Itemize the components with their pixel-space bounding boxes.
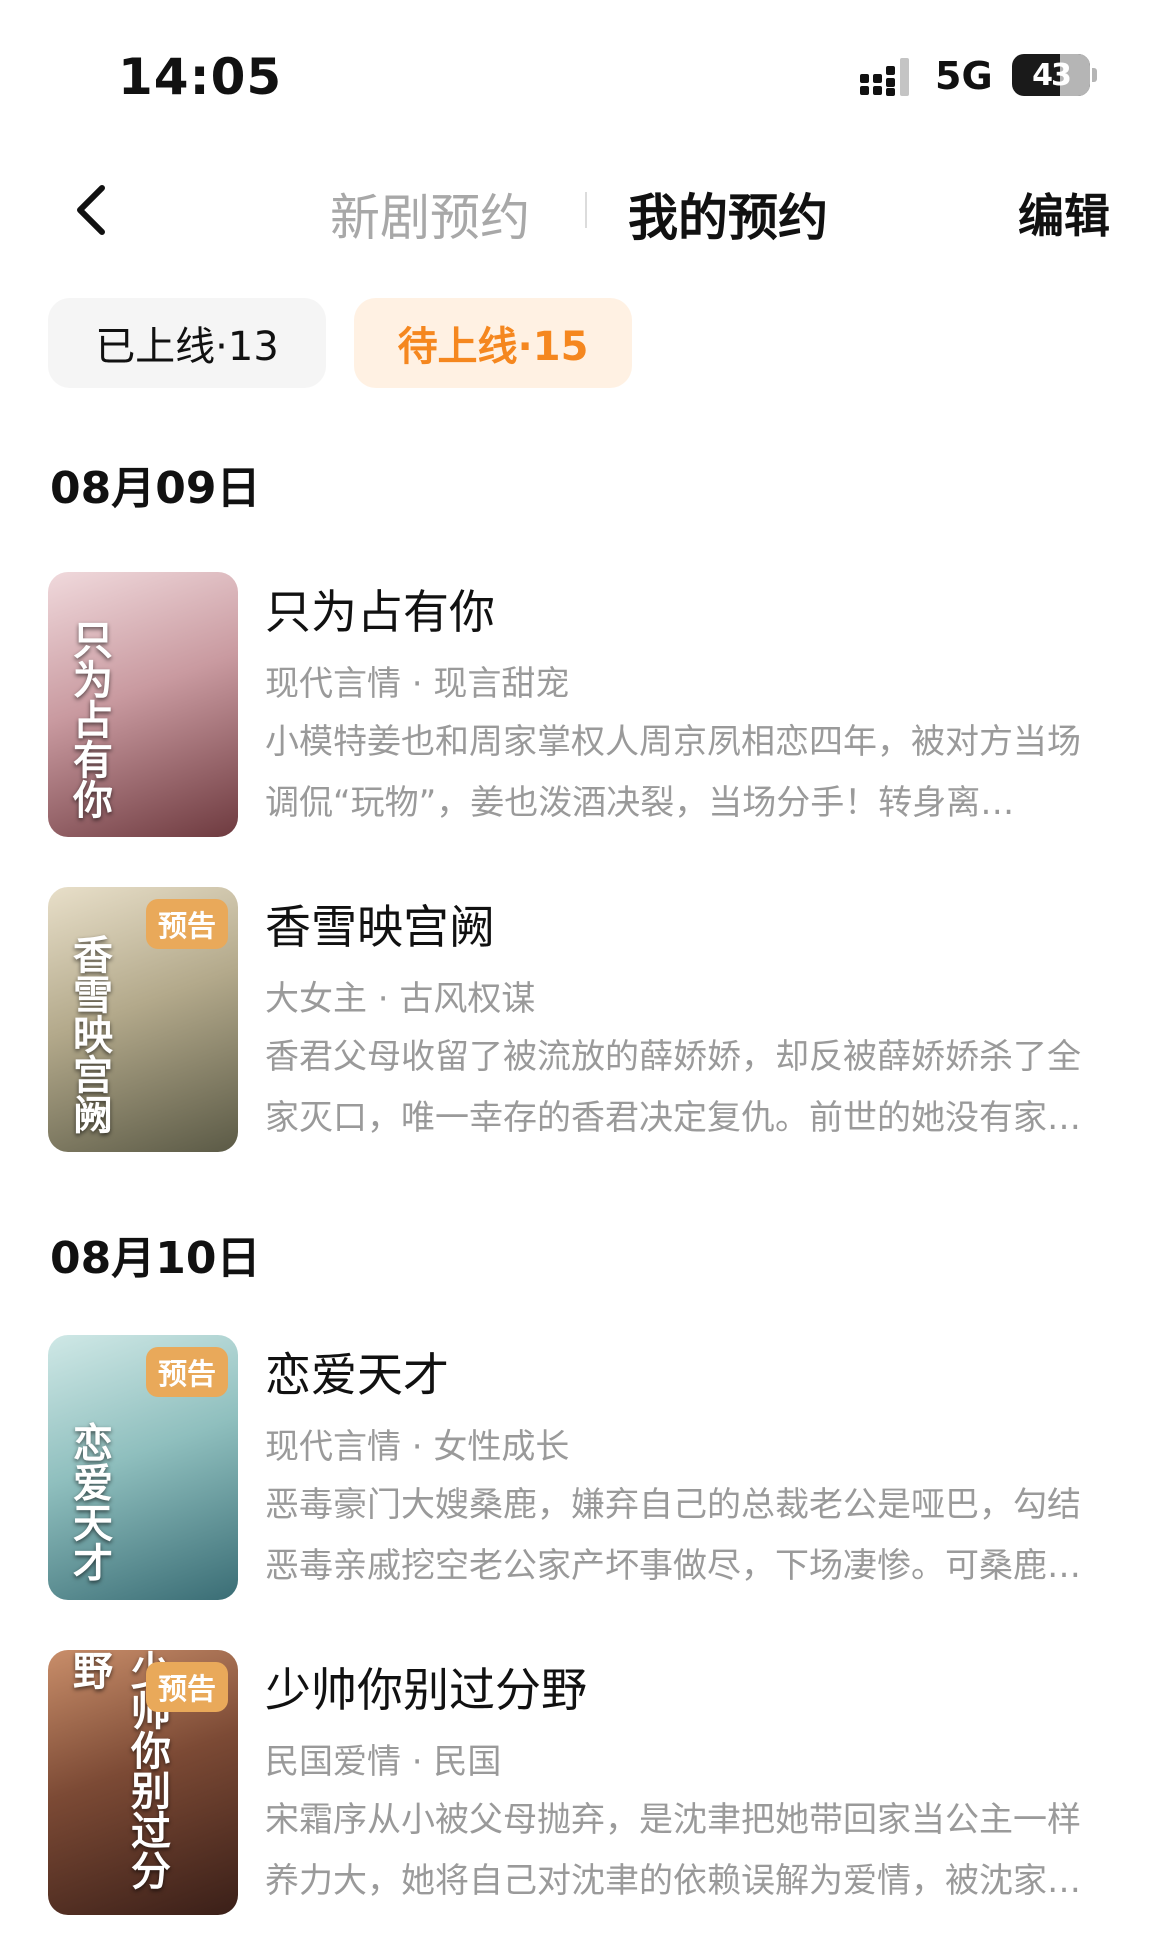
description-line: 家灭口，唯一幸存的香君决定复仇。前世的她没有家…: [265, 1098, 1081, 1138]
tab-my-reservations[interactable]: 我的预约: [628, 178, 828, 250]
drama-title: 恋爱天才: [265, 1348, 449, 1402]
description-line: 小模特姜也和周家掌权人周京夙相恋四年，被对方当场: [265, 722, 1081, 762]
drama-title: 香雪映宫阙: [265, 900, 495, 954]
battery-level: 43: [1032, 57, 1072, 93]
drama-item[interactable]: 只为占有你 只为占有你 现代言情 · 现言甜宠 小模特姜也和周家掌权人周京夙相恋…: [48, 572, 1128, 840]
drama-poster: 只为占有你: [48, 572, 238, 837]
network-type: 5G: [935, 54, 993, 98]
drama-title: 只为占有你: [265, 585, 495, 639]
date-header: 08月09日: [50, 463, 261, 514]
tab-divider: [585, 192, 587, 228]
drama-item[interactable]: 恋爱天才 预告 恋爱天才 现代言情 · 女性成长 恶毒豪门大嫂桑鹿，嫌弃自己的总…: [48, 1335, 1128, 1603]
description-line: 恶毒亲戚挖空老公家产坏事做尽，下场凄惨。可桑鹿…: [265, 1546, 1081, 1586]
description-line: 宋霜序从小被父母抛弃，是沈聿把她带回家当公主一样: [265, 1800, 1081, 1840]
edit-button[interactable]: 编辑: [1018, 180, 1110, 246]
description-line: 恶毒豪门大嫂桑鹿，嫌弃自己的总裁老公是哑巴，勾结: [265, 1485, 1081, 1525]
drama-tags: 现代言情 · 现言甜宠: [265, 664, 570, 704]
drama-description: 恶毒豪门大嫂桑鹿，嫌弃自己的总裁老公是哑巴，勾结 恶毒亲戚挖空老公家产坏事做尽，…: [265, 1475, 1135, 1597]
drama-poster: 香雪映宫阙 预告: [48, 887, 238, 1152]
drama-tags: 现代言情 · 女性成长: [265, 1427, 570, 1467]
trailer-badge: 预告: [146, 899, 228, 949]
drama-poster: 恋爱天才 预告: [48, 1335, 238, 1600]
tab-new-drama-reservations[interactable]: 新剧预约: [330, 178, 530, 250]
poster-title: 恋爱天才: [66, 1422, 113, 1582]
back-arrow-icon[interactable]: [68, 180, 118, 240]
description-line: 调侃“玩物”，姜也泼酒决裂，当场分手！转身离…: [265, 783, 1015, 823]
top-nav: 新剧预约 我的预约 编辑: [0, 150, 1170, 270]
drama-description: 宋霜序从小被父母抛弃，是沈聿把她带回家当公主一样 养力大，她将自己对沈聿的依赖误…: [265, 1790, 1135, 1912]
battery-icon: 43: [1012, 54, 1090, 96]
drama-tags: 大女主 · 古风权谋: [265, 979, 536, 1019]
drama-item[interactable]: 少帅你别过分野 预告 少帅你别过分野 民国爱情 · 民国 宋霜序从小被父母抛弃，…: [48, 1650, 1128, 1918]
battery-tip: [1092, 68, 1097, 82]
drama-item[interactable]: 香雪映宫阙 预告 香雪映宫阙 大女主 · 古风权谋 香君父母收留了被流放的薛娇娇…: [48, 887, 1128, 1155]
filter-online-chip[interactable]: 已上线·13: [48, 298, 326, 388]
date-header: 08月10日: [50, 1233, 261, 1284]
status-bar: 14:05 5G 43: [0, 0, 1170, 150]
cellular-signal-icon: [860, 58, 909, 96]
filter-pending-chip[interactable]: 待上线·15: [354, 298, 632, 388]
status-time: 14:05: [118, 48, 283, 106]
trailer-badge: 预告: [146, 1347, 228, 1397]
drama-description: 小模特姜也和周家掌权人周京夙相恋四年，被对方当场 调侃“玩物”，姜也泼酒决裂，当…: [265, 712, 1135, 834]
description-line: 养力大，她将自己对沈聿的依赖误解为爱情，被沈家…: [265, 1861, 1081, 1901]
description-line: 香君父母收留了被流放的薛娇娇，却反被薛娇娇杀了全: [265, 1037, 1081, 1077]
drama-description: 香君父母收留了被流放的薛娇娇，却反被薛娇娇杀了全 家灭口，唯一幸存的香君决定复仇…: [265, 1027, 1135, 1149]
drama-title: 少帅你别过分野: [265, 1663, 587, 1717]
poster-title: 只为占有你: [66, 619, 113, 819]
trailer-badge: 预告: [146, 1662, 228, 1712]
drama-poster: 少帅你别过分野 预告: [48, 1650, 238, 1915]
drama-tags: 民国爱情 · 民国: [265, 1742, 502, 1782]
poster-title: 香雪映宫阙: [66, 934, 113, 1134]
